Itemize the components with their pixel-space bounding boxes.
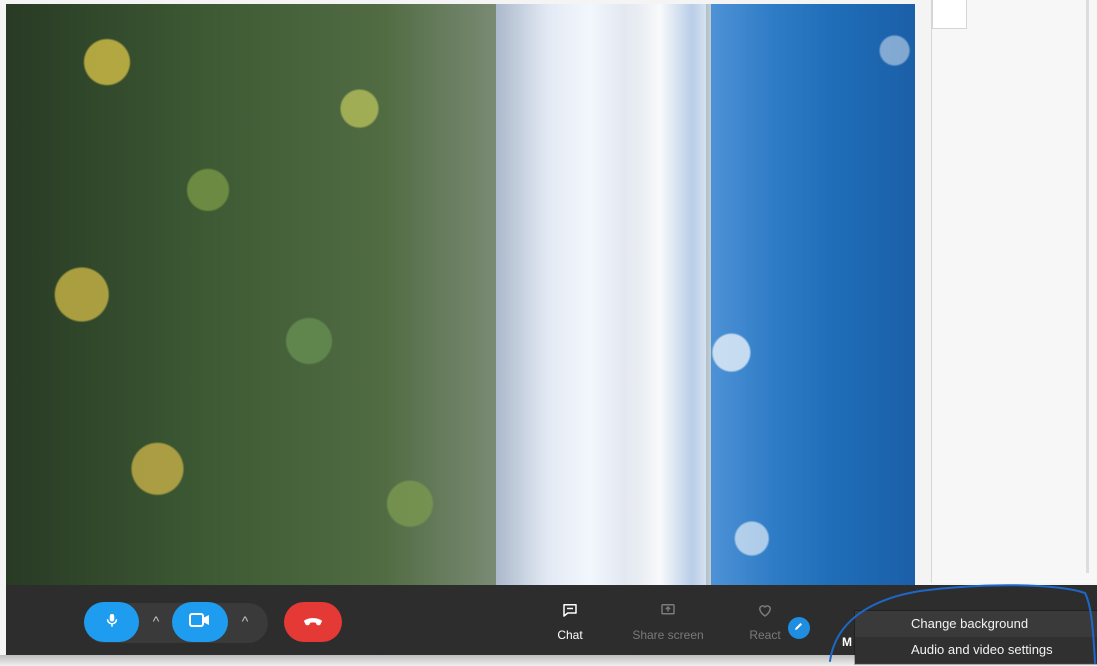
chat-button[interactable]: Chat <box>548 601 592 642</box>
pencil-icon <box>793 619 805 637</box>
share-screen-button[interactable]: Share screen <box>618 601 718 642</box>
panel-tab[interactable] <box>932 0 967 29</box>
microphone-options-chevron[interactable]: ^ <box>147 612 165 630</box>
end-call-button[interactable] <box>284 602 342 642</box>
video-background <box>6 4 915 585</box>
phone-hangup-icon <box>302 612 324 633</box>
microphone-button[interactable] <box>84 602 139 642</box>
share-screen-icon <box>657 604 679 622</box>
share-screen-label: Share screen <box>632 628 704 642</box>
forest-area <box>6 4 511 585</box>
camera-options-chevron[interactable]: ^ <box>236 612 254 630</box>
panel-scrollbar[interactable] <box>1086 0 1089 573</box>
chat-icon <box>561 604 579 622</box>
more-options-menu: Change background Audio and video settin… <box>855 611 1097 664</box>
heart-icon <box>754 605 776 622</box>
chat-label: Chat <box>557 628 583 642</box>
react-button[interactable]: React <box>737 601 793 642</box>
annotation-pencil-button[interactable] <box>788 617 810 639</box>
react-label: React <box>749 628 781 642</box>
side-panel <box>931 0 1097 583</box>
more-label[interactable]: M <box>842 635 852 649</box>
camera-button[interactable] <box>172 602 228 642</box>
menu-item-change-background[interactable]: Change background <box>855 611 1097 637</box>
camera-icon <box>188 611 212 634</box>
ocean <box>711 4 915 585</box>
mic-icon <box>103 611 121 634</box>
menu-item-audio-video-settings[interactable]: Audio and video settings <box>855 637 1097 663</box>
